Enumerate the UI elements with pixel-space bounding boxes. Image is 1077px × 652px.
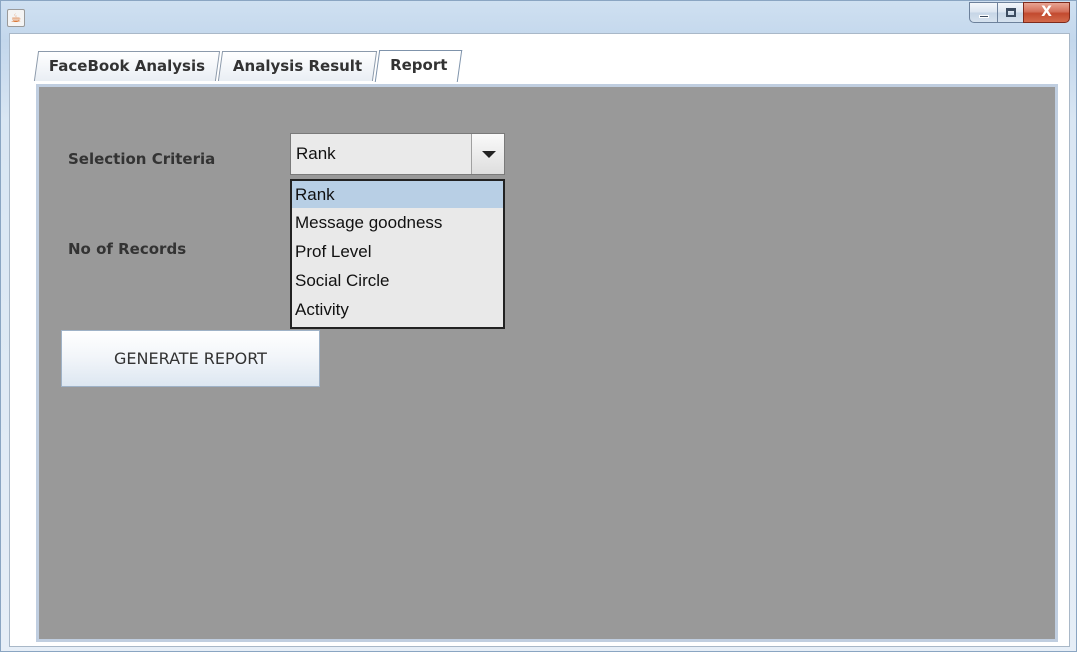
application-window: ☕ X FaceBook Analysis Analysis Result Re… <box>0 0 1077 652</box>
dropdown-option-social-circle[interactable]: Social Circle <box>292 266 503 295</box>
tab-analysis-result[interactable]: Analysis Result <box>218 51 378 81</box>
tab-report[interactable]: Report <box>375 50 463 82</box>
generate-report-button[interactable]: GENERATE REPORT <box>61 330 320 387</box>
tab-facebook-analysis[interactable]: FaceBook Analysis <box>33 51 221 81</box>
dropdown-option-rank[interactable]: Rank <box>292 181 503 208</box>
maximize-button[interactable] <box>997 2 1023 23</box>
java-cup-icon[interactable]: ☕ <box>7 9 25 27</box>
tab-label: Analysis Result <box>233 57 363 75</box>
minimize-button[interactable] <box>969 2 997 23</box>
selection-criteria-combo[interactable]: Rank <box>290 133 505 175</box>
close-button[interactable]: X <box>1023 2 1070 23</box>
no-of-records-label: No of Records <box>68 240 187 258</box>
tab-label: FaceBook Analysis <box>48 57 206 75</box>
title-bar[interactable]: ☕ X <box>1 1 1076 33</box>
window-controls: X <box>969 2 1070 24</box>
criteria-dropdown-list: Rank Message goodness Prof Level Social … <box>290 179 505 329</box>
tab-bar: FaceBook Analysis Analysis Result Report <box>33 50 463 83</box>
maximize-icon <box>1006 8 1016 17</box>
report-panel: Selection Criteria No of Records Rank Ra… <box>36 84 1058 642</box>
combo-selected-value: Rank <box>296 144 336 163</box>
dropdown-option-prof-level[interactable]: Prof Level <box>292 237 503 266</box>
minimize-icon <box>979 15 989 18</box>
chevron-down-icon <box>482 151 496 158</box>
combo-dropdown-button[interactable] <box>471 134 504 174</box>
dropdown-option-activity[interactable]: Activity <box>292 295 503 324</box>
dropdown-option-message-goodness[interactable]: Message goodness <box>292 208 503 237</box>
client-area: FaceBook Analysis Analysis Result Report… <box>9 33 1070 647</box>
selection-criteria-label: Selection Criteria <box>68 150 216 168</box>
tab-label: Report <box>390 56 448 74</box>
close-icon: X <box>1041 4 1052 20</box>
